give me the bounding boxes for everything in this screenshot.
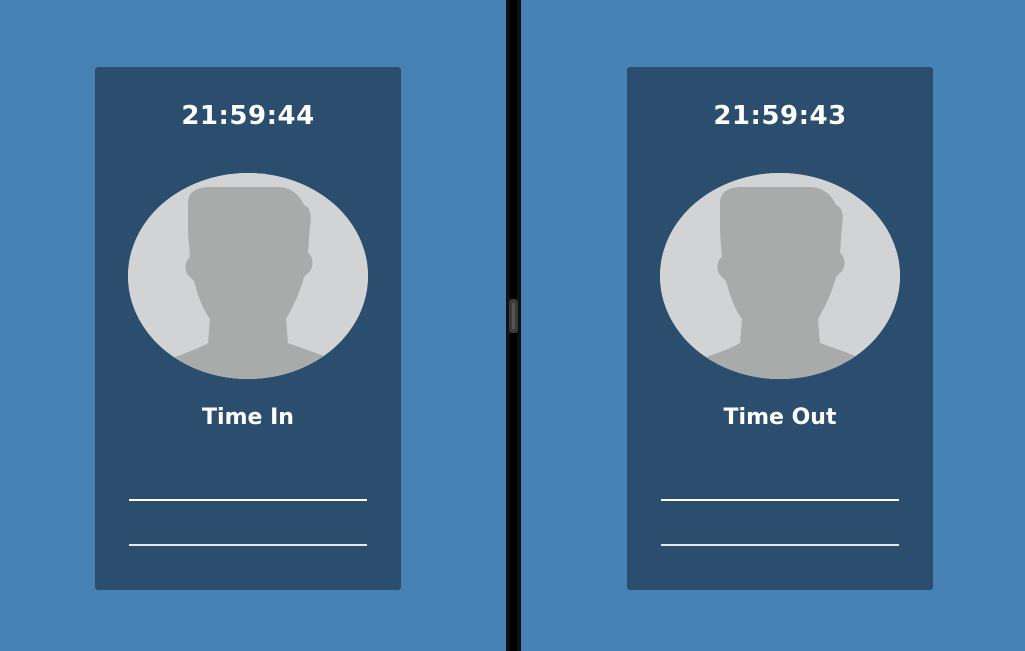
clock-display: 21:59:43 [713,101,847,131]
time-in-card: 21:59:44 Time In [95,67,401,590]
input-underline-2[interactable] [661,544,899,546]
input-underline-1[interactable] [661,499,899,501]
clock-display: 21:59:44 [181,101,315,131]
input-underline-1[interactable] [129,499,367,501]
person-silhouette-icon [660,173,900,379]
avatar-image [660,173,900,379]
avatar-image [128,173,368,379]
right-pane: 21:59:43 Time Out [521,0,1025,651]
person-silhouette-icon [128,173,368,379]
split-divider[interactable] [506,0,521,651]
time-out-label: Time Out [723,405,837,430]
left-pane: 21:59:44 Time In [0,0,506,651]
divider-grip-handle[interactable] [509,299,518,333]
time-out-card: 21:59:43 Time Out [627,67,933,590]
time-in-label: Time In [202,405,294,430]
input-underline-2[interactable] [129,544,367,546]
